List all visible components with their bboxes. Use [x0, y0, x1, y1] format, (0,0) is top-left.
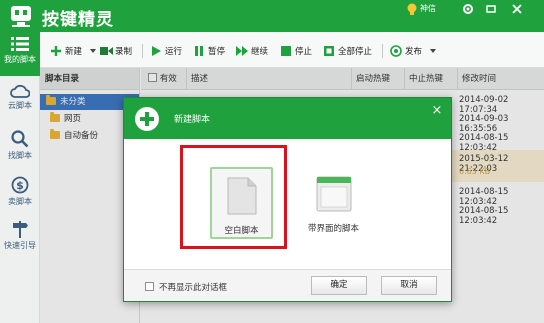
new-script-dialog: 新建脚本 × 空白脚本 带界面的脚本 不再显示此对话框 确定 取消 — [123, 97, 452, 302]
sidebar-item-label: 我的脚本 — [4, 55, 36, 64]
sidebar-item-quick-guide[interactable]: 快速引导 — [0, 216, 40, 260]
chevron-down-icon — [90, 49, 96, 53]
sidebar-item-my-scripts[interactable]: 我的脚本 — [0, 32, 40, 76]
app-title: 按键精灵 — [42, 10, 114, 30]
dialog-header: 新建脚本 × — [124, 98, 451, 139]
camera-icon — [100, 47, 113, 55]
run-button-label: 运行 — [165, 47, 183, 57]
script-list-icon — [11, 37, 29, 51]
plus-icon — [51, 46, 61, 56]
dont-show-again-option[interactable]: 不再显示此对话框 — [145, 281, 227, 293]
ui-script-option[interactable]: 带界面的脚本 — [302, 167, 365, 239]
dont-show-again-checkbox[interactable] — [145, 282, 154, 291]
signpost-icon — [13, 221, 28, 238]
ui-window-icon — [316, 176, 351, 212]
highlight-annotation-box — [180, 145, 287, 249]
ok-button[interactable]: 确定 — [311, 276, 367, 295]
fast-forward-icon — [236, 46, 248, 56]
sidebar-item-cloud-scripts[interactable]: 云脚本 — [0, 80, 40, 124]
sidebar-item-label: 卖脚本 — [8, 197, 32, 206]
lightbulb-icon[interactable] — [406, 3, 418, 17]
continue-button-label: 继续 — [251, 47, 269, 57]
left-sidebar: 我的脚本 云脚本 找脚本 $ 卖脚本 快速引导 — [0, 32, 40, 323]
app-window: 按键精灵 神信 我的脚本 云脚本 找脚本 $ 卖脚本 快速引导 新建 录制 运行… — [0, 0, 544, 323]
cancel-button[interactable]: 取消 — [381, 276, 437, 295]
stop-all-button-label: 全部停止 — [338, 47, 373, 57]
dollar-icon: $ — [11, 176, 29, 194]
minimize-icon[interactable] — [484, 2, 498, 16]
stop-button-label: 停止 — [295, 47, 313, 57]
close-icon[interactable]: × — [430, 104, 444, 118]
stop-icon — [281, 46, 291, 56]
new-button-label: 新建 — [65, 47, 83, 57]
plus-circle-icon — [135, 107, 159, 131]
publish-button-label: 发布 — [405, 47, 423, 57]
sidebar-item-label: 云脚本 — [8, 101, 32, 110]
dialog-title: 新建脚本 — [174, 115, 211, 125]
sidebar-item-find-scripts[interactable]: 找脚本 — [0, 126, 40, 170]
svg-text:$: $ — [16, 179, 24, 192]
toolbar: 新建 录制 运行 暂停 继续 停止 全部停止 发布 — [40, 32, 544, 68]
dialog-footer: 不再显示此对话框 确定 取消 — [124, 269, 451, 301]
publish-icon — [390, 45, 402, 57]
toolbar-divider — [142, 44, 143, 58]
dont-show-again-label: 不再显示此对话框 — [159, 283, 228, 293]
sidebar-item-label: 找脚本 — [8, 151, 32, 160]
cloud-icon — [10, 84, 30, 98]
close-window-icon[interactable] — [510, 2, 524, 16]
pause-button-label: 暂停 — [208, 47, 226, 57]
magnifier-icon — [11, 130, 29, 148]
toolbar-divider — [382, 44, 383, 58]
play-icon — [152, 46, 161, 56]
pause-icon — [195, 46, 203, 56]
sidebar-item-label: 快速引导 — [4, 241, 36, 250]
sidebar-item-sell-scripts[interactable]: $ 卖脚本 — [0, 172, 40, 216]
record-button-label: 录制 — [115, 47, 133, 57]
ui-script-label: 带界面的脚本 — [307, 224, 359, 234]
gear-icon[interactable] — [461, 2, 475, 16]
stop-all-icon — [324, 46, 334, 56]
title-bar: 按键精灵 神信 — [0, 0, 544, 32]
account-label[interactable]: 神信 — [420, 3, 436, 14]
chevron-down-icon — [430, 49, 436, 53]
robot-logo-icon — [11, 6, 31, 27]
